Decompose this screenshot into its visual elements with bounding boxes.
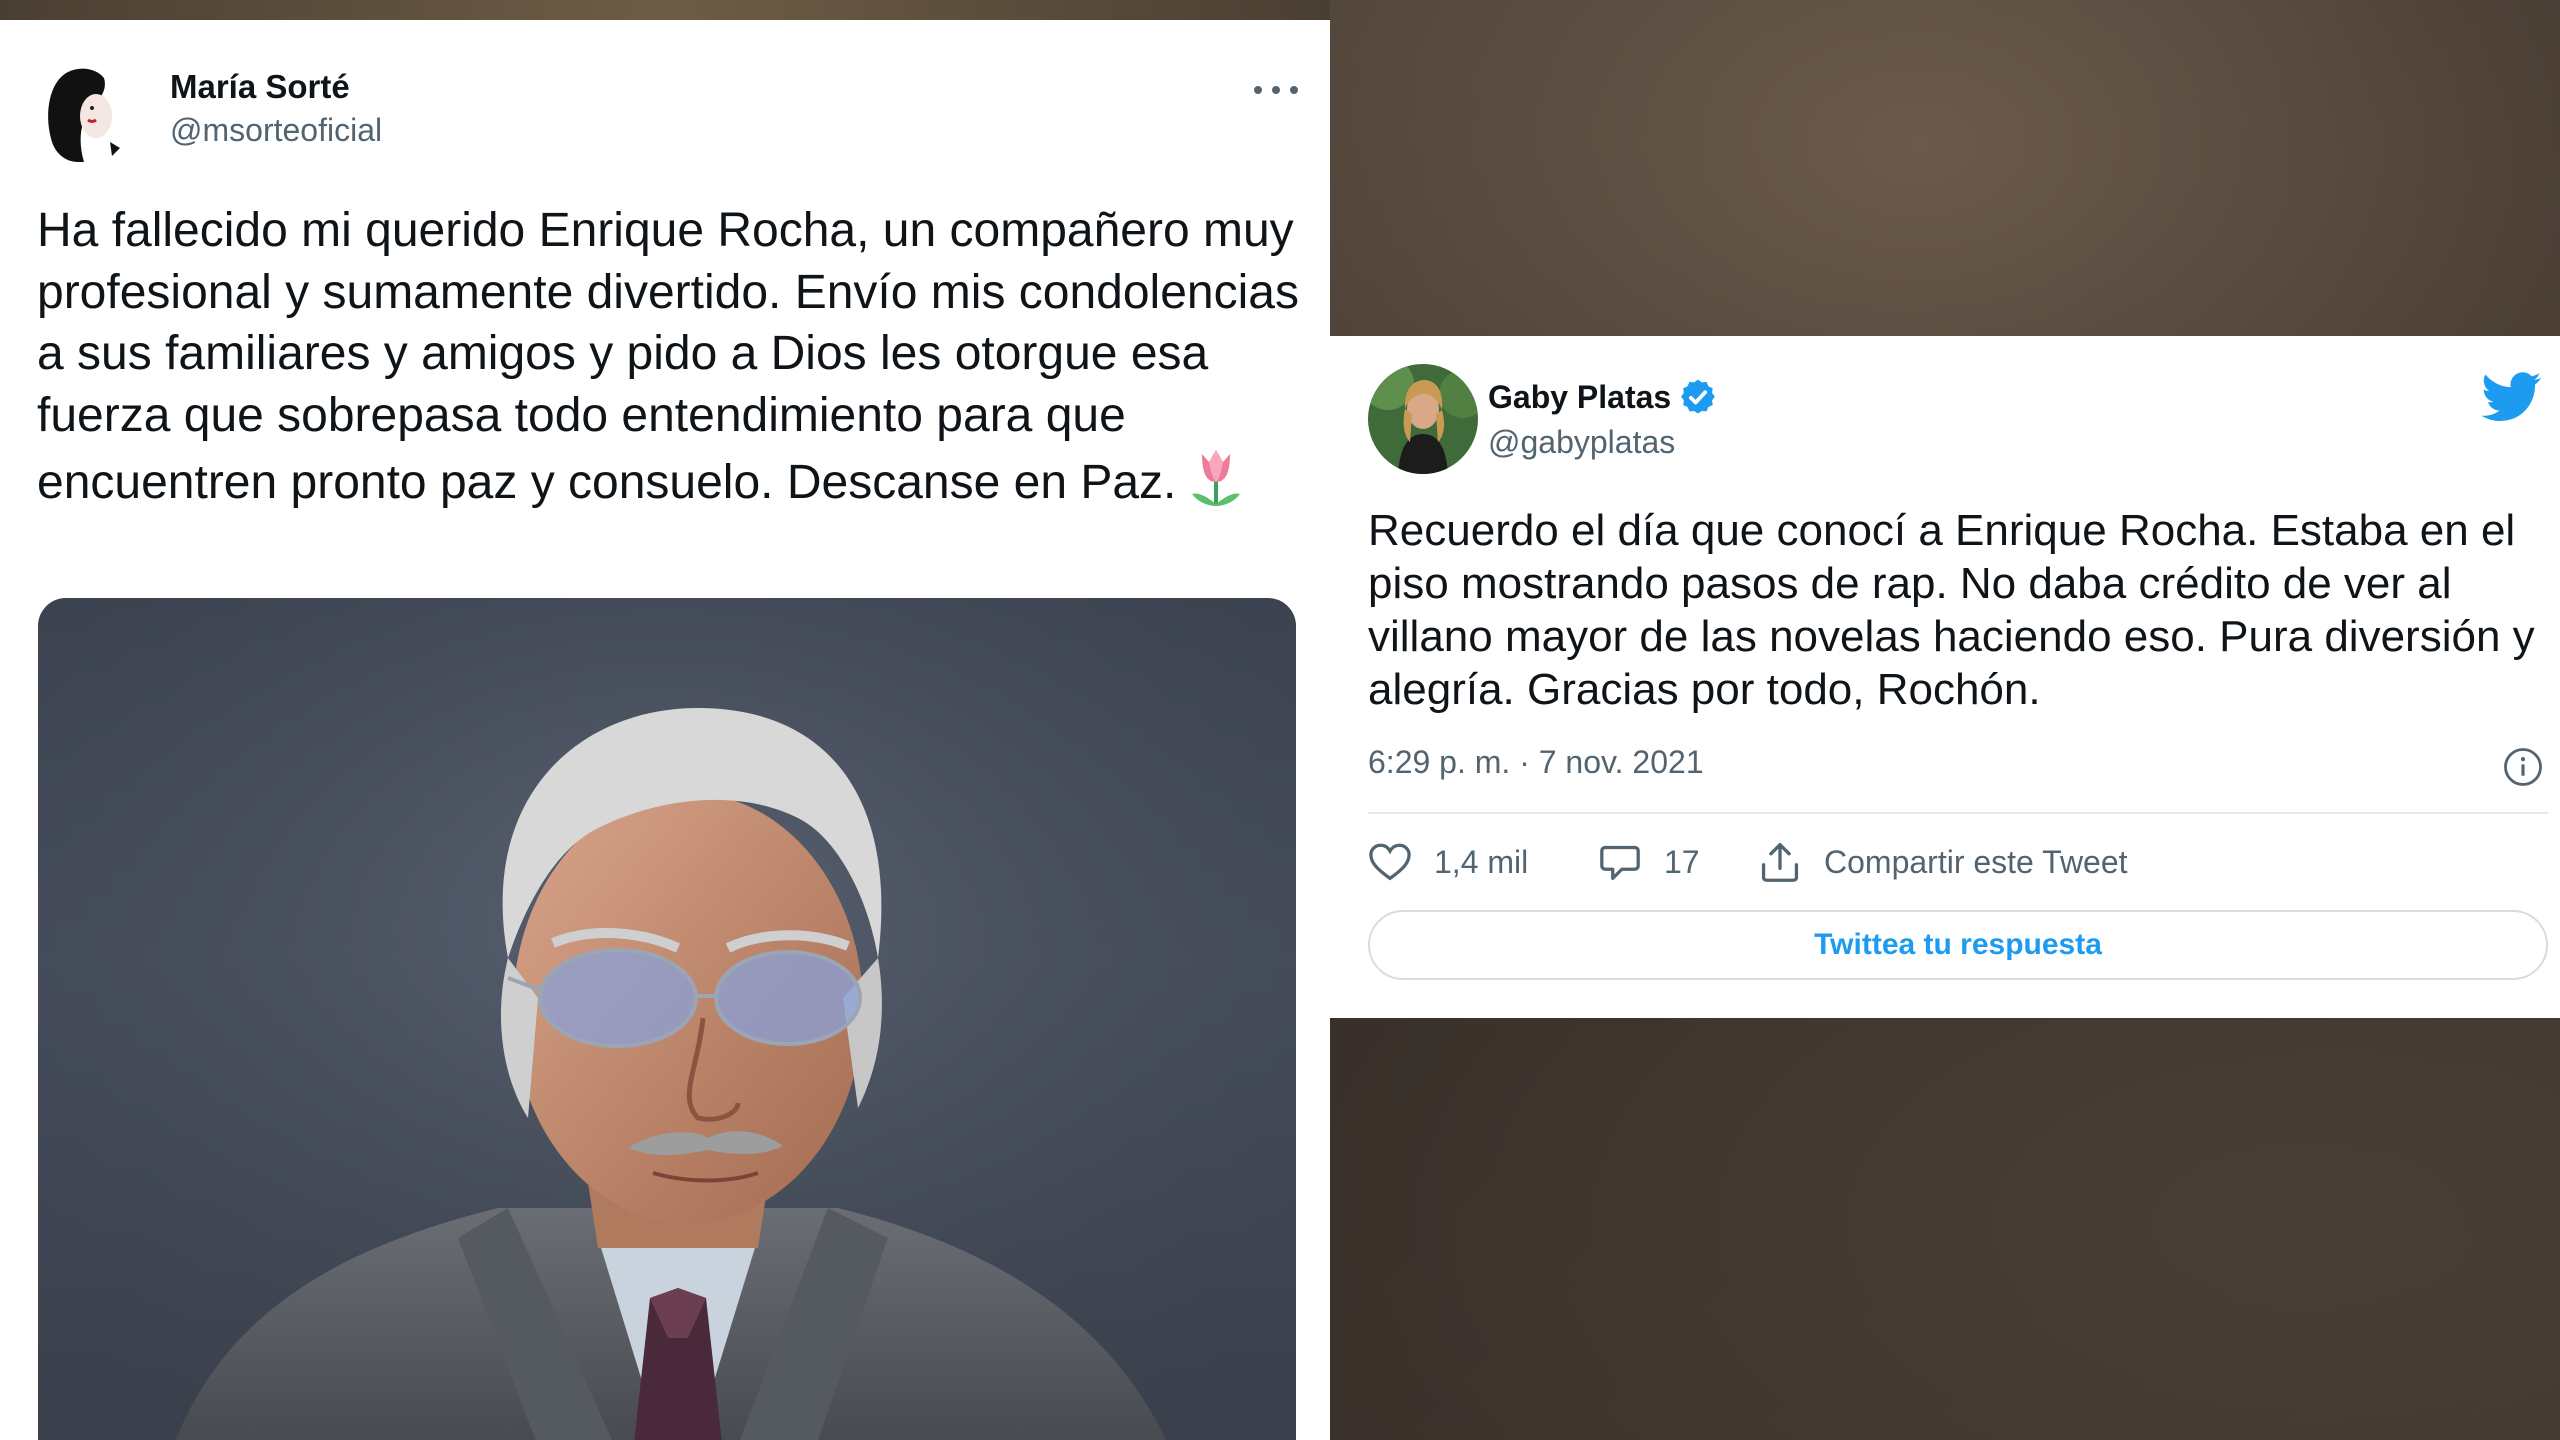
tweet-card-left: María Sorté @msorteoficial Ha fallecido … (0, 20, 1330, 1440)
share-button[interactable]: Compartir este Tweet (1758, 834, 2128, 890)
reply-count-button[interactable]: 17 (1598, 834, 1700, 890)
share-label: Compartir este Tweet (1824, 843, 2128, 880)
more-dot-icon (1290, 86, 1298, 94)
more-dot-icon (1254, 86, 1262, 94)
tweet-reply-button[interactable]: Twittea tu respuesta (1368, 910, 2548, 980)
more-options-button[interactable] (1254, 78, 1298, 102)
author-name[interactable]: María Sorté (170, 68, 350, 106)
top-strip (0, 0, 1330, 20)
avatar[interactable] (38, 62, 142, 166)
author-name[interactable]: Gaby Platas (1488, 378, 1717, 416)
tweet-body: Ha fallecido mi querido Enrique Rocha, u… (37, 204, 1299, 509)
author-name-text: Gaby Platas (1488, 378, 1672, 415)
heart-icon (1369, 843, 1411, 881)
tweet-photo[interactable] (38, 598, 1296, 1440)
divider (1368, 812, 2548, 814)
author-handle[interactable]: @msorteoficial (170, 112, 382, 149)
like-count: 1,4 mil (1434, 843, 1529, 880)
share-icon (1761, 843, 1799, 882)
tweet-timestamp[interactable]: 6:29 p. m. · 7 nov. 2021 (1368, 744, 1704, 781)
tweet-text: Ha fallecido mi querido Enrique Rocha, u… (37, 200, 1307, 524)
speech-bubble-icon (1600, 845, 1640, 880)
verified-badge-icon (1679, 378, 1717, 416)
reply-count: 17 (1664, 843, 1700, 880)
tweet-card-right: Gaby Platas @gabyplatas Recuerdo el día … (1330, 336, 2560, 1018)
avatar[interactable] (1368, 364, 1478, 474)
twitter-bird-icon[interactable] (2481, 372, 2542, 422)
tulip-emoji-icon (1188, 446, 1244, 524)
tweet-text: Recuerdo el día que conocí a Enrique Roc… (1368, 506, 2535, 714)
author-handle[interactable]: @gabyplatas (1488, 424, 1675, 461)
like-button[interactable]: 1,4 mil (1368, 834, 1528, 890)
more-dot-icon (1272, 86, 1280, 94)
info-icon[interactable] (2502, 746, 2544, 788)
